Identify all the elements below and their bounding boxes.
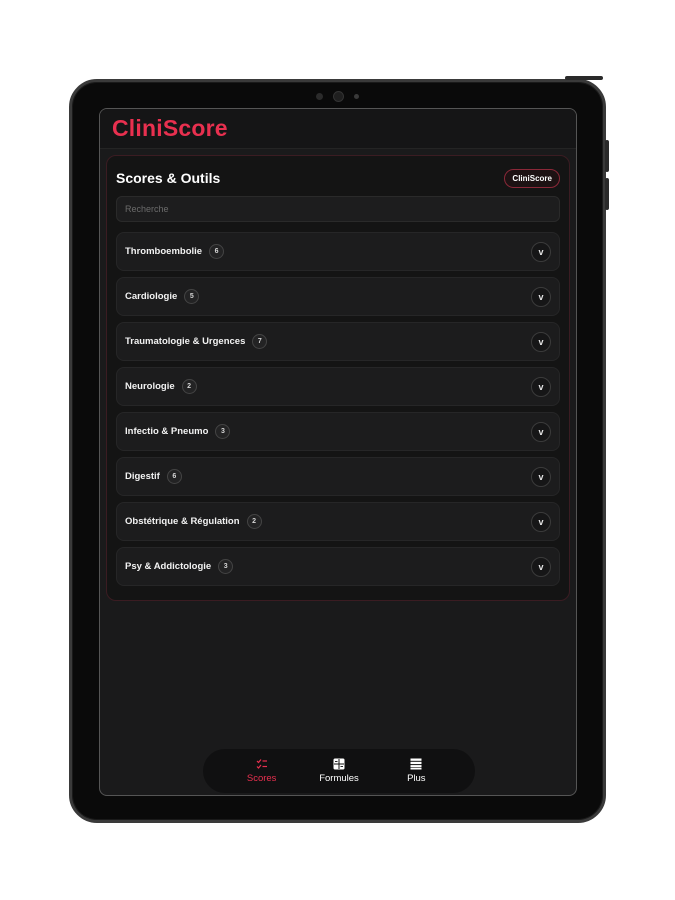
category-label: Psy & Addictologie (125, 561, 212, 572)
category-label: Obstétrique & Régulation (125, 516, 240, 527)
app-brand: CliniScore (112, 115, 228, 141)
tab-label: Scores (246, 773, 277, 784)
category-count-badge: 7 (252, 334, 268, 349)
category-label: Digestif (125, 471, 160, 482)
category-traumatologie-urgences[interactable]: Traumatologie & Urgences 7 v (116, 322, 560, 361)
category-label: Cardiologie (125, 291, 178, 302)
category-cardiologie[interactable]: Cardiologie 5 v (116, 277, 560, 316)
category-count-badge: 3 (215, 424, 231, 439)
list-icon (410, 758, 422, 770)
category-thromboembolie[interactable]: Thromboembolie 6 v (116, 232, 560, 271)
app-screen: CliniScore Scores & Outils CliniScore Th… (99, 108, 577, 796)
calculator-icon (333, 758, 345, 770)
search-input[interactable] (116, 196, 560, 222)
category-count-badge: 5 (184, 289, 200, 304)
category-label: Thromboembolie (125, 246, 203, 257)
light-sensor-dot (354, 94, 359, 99)
tablet-top-button (565, 76, 603, 80)
category-label: Traumatologie & Urgences (125, 336, 246, 347)
sensor-dot (316, 93, 323, 100)
category-label: Neurologie (125, 381, 175, 392)
tab-scores[interactable]: Scores (232, 758, 292, 784)
category-neurologie[interactable]: Neurologie 2 v (116, 367, 560, 406)
chevron-down-icon[interactable]: v (531, 331, 551, 352)
category-count-badge: 6 (209, 244, 225, 259)
tab-label: Formules (319, 773, 359, 784)
tab-formules[interactable]: Formules (309, 758, 369, 784)
panel-title: Scores & Outils (116, 170, 221, 186)
panel-header: Scores & Outils CliniScore (116, 166, 560, 190)
app-header: CliniScore (100, 109, 576, 149)
category-count-badge: 2 (181, 379, 197, 394)
camera-bar (72, 91, 603, 102)
category-infectio-pneumo[interactable]: Infectio & Pneumo 3 v (116, 412, 560, 451)
category-count-badge: 2 (246, 514, 262, 529)
chevron-down-icon[interactable]: v (531, 241, 551, 262)
tablet-volume-down-button (605, 178, 609, 210)
chevron-down-icon[interactable]: v (531, 421, 551, 442)
category-count-badge: 3 (218, 559, 234, 574)
tab-plus[interactable]: Plus (386, 758, 446, 784)
checklist-icon (256, 759, 267, 769)
category-psy-addictologie[interactable]: Psy & Addictologie 3 v (116, 547, 560, 586)
scores-panel: Scores & Outils CliniScore Thromboemboli… (106, 155, 570, 601)
tablet-frame: CliniScore Scores & Outils CliniScore Th… (69, 76, 609, 823)
brand-badge[interactable]: CliniScore (504, 168, 560, 188)
chevron-down-icon[interactable]: v (531, 466, 551, 487)
tab-label: Plus (407, 773, 426, 784)
chevron-down-icon[interactable]: v (531, 556, 551, 577)
bottom-tab-bar: Scores Formules Plus (203, 749, 475, 793)
camera-lens (333, 91, 344, 102)
category-list: Thromboembolie 6 v Cardiologie 5 v Traumat… (116, 232, 560, 586)
chevron-down-icon[interactable]: v (531, 286, 551, 307)
chevron-down-icon[interactable]: v (531, 376, 551, 397)
tablet-volume-up-button (605, 140, 609, 172)
category-obstetrique-regulation[interactable]: Obstétrique & Régulation 2 v (116, 502, 560, 541)
chevron-down-icon[interactable]: v (531, 511, 551, 532)
category-count-badge: 6 (166, 469, 182, 484)
category-label: Infectio & Pneumo (125, 426, 209, 437)
category-digestif[interactable]: Digestif 6 v (116, 457, 560, 496)
